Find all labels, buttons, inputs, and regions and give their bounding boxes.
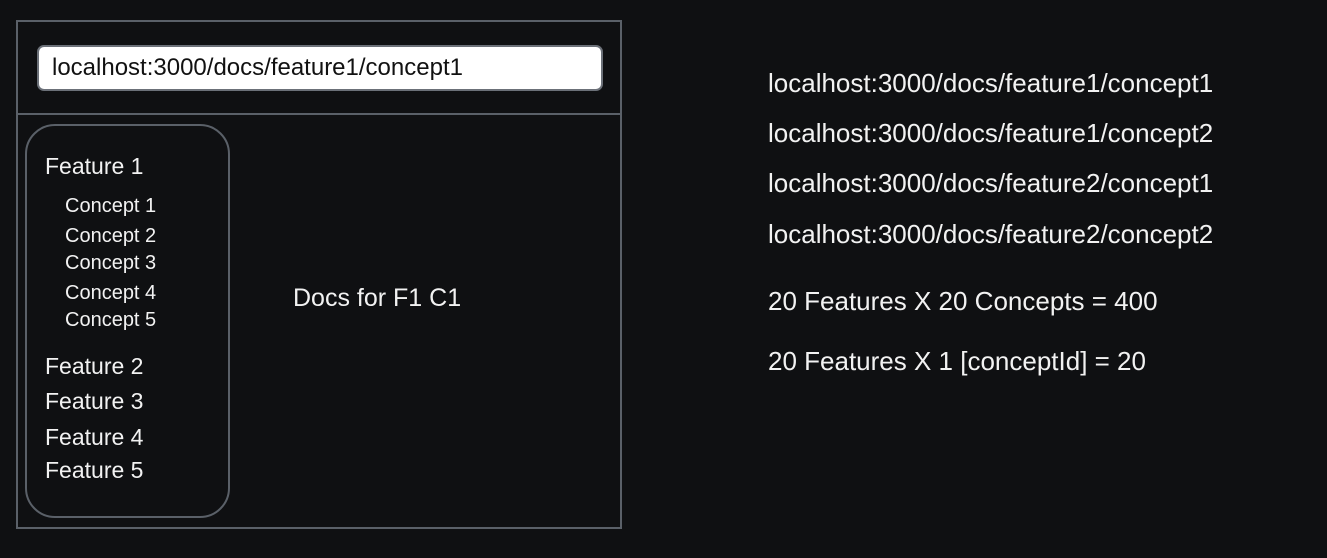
sidebar-item-feature-2[interactable]: Feature 2 — [45, 352, 143, 380]
sidebar-nav: Feature 1 Concept 1 Concept 2 Concept 3 … — [25, 124, 230, 518]
address-bar[interactable]: localhost:3000/docs/feature1/concept1 — [37, 45, 603, 91]
sidebar-item-concept-5[interactable]: Concept 5 — [65, 308, 156, 332]
sidebar-item-concept-1[interactable]: Concept 1 — [65, 194, 156, 218]
browser-window: localhost:3000/docs/feature1/concept1 Fe… — [16, 20, 622, 529]
slide: localhost:3000/docs/feature1/concept1 Fe… — [0, 0, 1327, 558]
calc-dynamic-pages: 20 Features X 1 [conceptId] = 20 — [768, 346, 1146, 376]
sidebar-item-feature-5[interactable]: Feature 5 — [45, 456, 143, 484]
browser-toolbar: localhost:3000/docs/feature1/concept1 — [18, 22, 620, 115]
docs-content-text: Docs for F1 C1 — [293, 284, 462, 312]
url-example-4: localhost:3000/docs/feature2/concept2 — [768, 219, 1214, 249]
sidebar-item-concept-3[interactable]: Concept 3 — [65, 251, 156, 275]
sidebar-item-feature-4[interactable]: Feature 4 — [45, 423, 143, 451]
url-example-3: localhost:3000/docs/feature2/concept1 — [768, 168, 1214, 198]
sidebar-item-feature-1[interactable]: Feature 1 — [45, 152, 143, 180]
url-example-2: localhost:3000/docs/feature1/concept2 — [768, 118, 1214, 148]
calc-static-pages: 20 Features X 20 Concepts = 400 — [768, 286, 1158, 316]
sidebar-item-concept-2[interactable]: Concept 2 — [65, 224, 156, 248]
url-example-1: localhost:3000/docs/feature1/concept1 — [768, 68, 1214, 98]
sidebar-item-concept-4[interactable]: Concept 4 — [65, 281, 156, 305]
sidebar-item-feature-3[interactable]: Feature 3 — [45, 387, 143, 415]
